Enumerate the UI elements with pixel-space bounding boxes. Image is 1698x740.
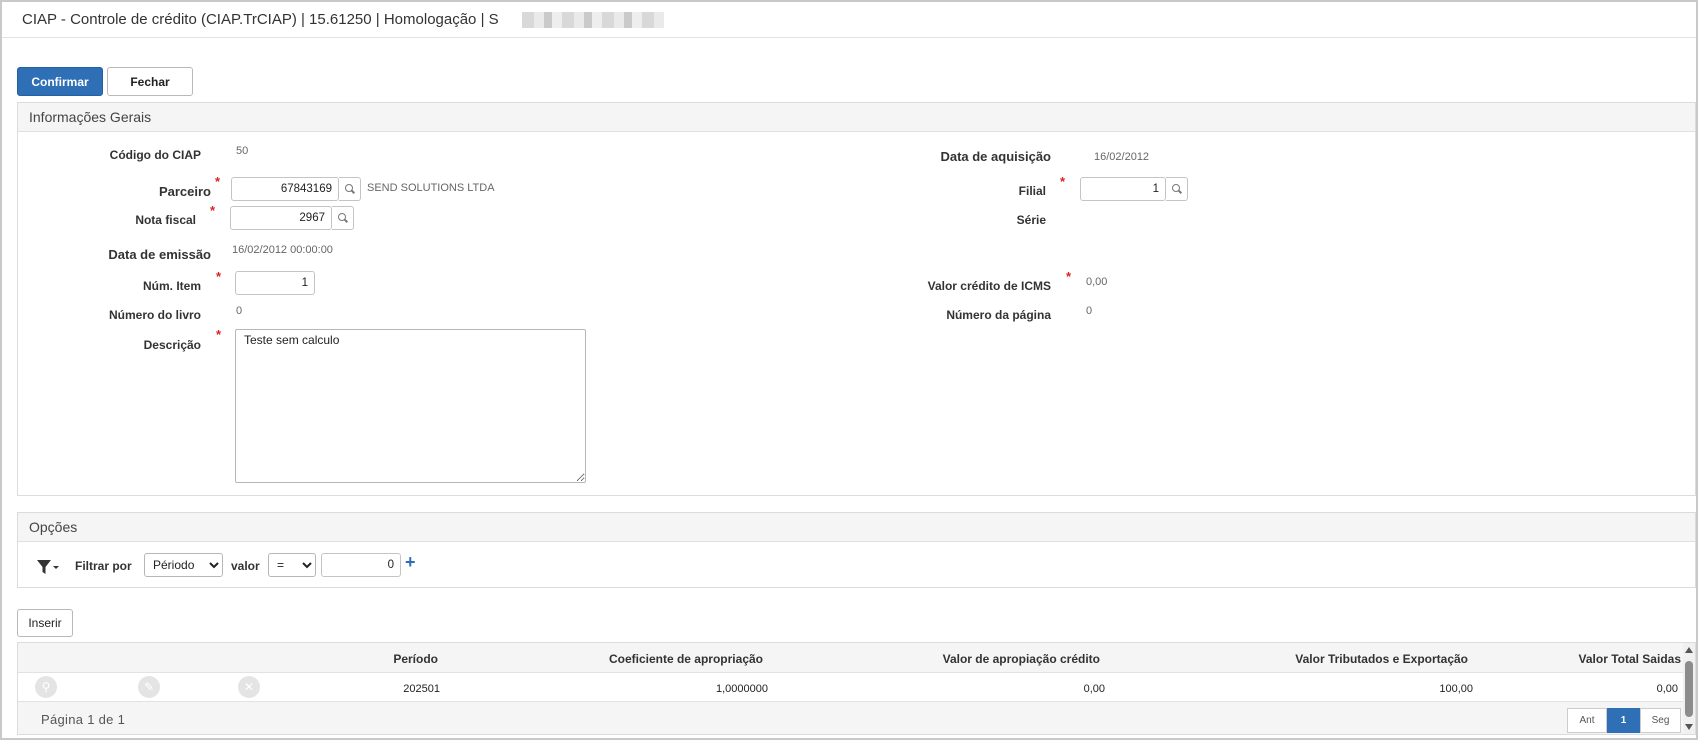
filter-by-label: Filtrar por [75, 559, 132, 573]
table-cell: 0,00 [1656, 683, 1678, 695]
grid-header: Período Coeficiente de apropriação Valor… [18, 643, 1683, 673]
nota-fiscal-input[interactable]: 2967 [230, 206, 332, 230]
filial-input[interactable]: 1 [1080, 177, 1166, 201]
parceiro-label: Parceiro [158, 184, 211, 199]
title-bar: CIAP - Controle de crédito (CIAP.TrCIAP)… [2, 2, 1696, 38]
edit-row-icon[interactable]: ✎ [138, 676, 160, 698]
required-marker: * [216, 269, 222, 284]
required-marker: * [1060, 174, 1066, 189]
codigo-ciap-value: 50 [236, 145, 249, 157]
options-header: Opções [18, 513, 1695, 542]
filter-field-select[interactable]: Périodo [144, 553, 223, 577]
column-header-valor-apropiacao[interactable]: Valor de apropiação crédito [943, 652, 1100, 666]
close-button[interactable]: Fechar [107, 67, 193, 96]
nota-fiscal-label: Nota fiscal [135, 213, 196, 227]
view-row-icon[interactable]: ⚲ [35, 676, 57, 698]
grid-scrollbar[interactable] [1683, 643, 1695, 734]
descricao-label: Descrição [143, 338, 201, 352]
data-aquisicao-label: Data de aquisição [940, 149, 1051, 164]
redacted-text [522, 12, 664, 28]
numero-livro-value: 0 [236, 305, 243, 317]
table-cell: 0,00 [1083, 683, 1105, 695]
value-label: valor [231, 559, 260, 573]
parceiro-lookup-button[interactable] [339, 177, 361, 201]
table-cell: 1,0000000 [716, 683, 768, 695]
codigo-ciap-label: Código do CIAP [109, 148, 201, 162]
valor-icms-label: Valor crédito de ICMS [927, 279, 1051, 293]
nota-fiscal-lookup-button[interactable] [332, 206, 354, 230]
confirm-button[interactable]: Confirmar [17, 67, 103, 96]
operator-select[interactable]: = [268, 553, 316, 577]
pager-prev-button[interactable]: Ant [1567, 708, 1607, 733]
valor-icms-value: 0,00 [1086, 276, 1108, 288]
filter-icon[interactable] [35, 558, 61, 576]
column-header-periodo[interactable]: Período [393, 652, 438, 666]
data-emissao-label: Data de emissão [108, 247, 211, 262]
general-info-title: Informações Gerais [29, 109, 152, 125]
required-marker: * [216, 327, 222, 342]
column-header-valor-total-saidas[interactable]: Valor Total Saidas [1579, 652, 1681, 666]
numero-pagina-label: Número da página [946, 308, 1051, 322]
pager-next-button[interactable]: Seg [1640, 708, 1681, 733]
num-item-label: Núm. Item [142, 279, 201, 293]
column-header-coeficiente[interactable]: Coeficiente de apropriação [609, 652, 763, 666]
data-grid: Período Coeficiente de apropriação Valor… [17, 642, 1696, 735]
table-cell: 202501 [403, 683, 440, 695]
options-title: Opções [29, 519, 78, 535]
num-item-input[interactable]: 1 [235, 271, 315, 295]
required-marker: * [210, 203, 216, 218]
general-info-header: Informações Gerais [18, 103, 1695, 132]
pager-page-button[interactable]: 1 [1607, 708, 1640, 733]
descricao-textarea[interactable]: Teste sem calculo [235, 329, 586, 483]
grid-footer: Página 1 de 1 Ant 1 Seg [18, 701, 1683, 734]
add-filter-icon[interactable]: + [405, 552, 416, 573]
table-cell: 100,00 [1439, 683, 1473, 695]
column-header-valor-tributados[interactable]: Valor Tributados e Exportação [1295, 652, 1468, 666]
window-title: CIAP - Controle de crédito (CIAP.TrCIAP)… [22, 11, 499, 28]
serie-label: Série [1016, 213, 1046, 227]
required-marker: * [215, 174, 221, 189]
parceiro-input[interactable]: 67843169 [231, 177, 339, 201]
page-info: Página 1 de 1 [41, 712, 126, 727]
scroll-down-icon[interactable] [1685, 724, 1693, 730]
filial-label: Filial [1018, 184, 1046, 198]
data-emissao-value: 16/02/2012 00:00:00 [232, 244, 333, 256]
data-aquisicao-value: 16/02/2012 [1094, 151, 1150, 163]
numero-pagina-value: 0 [1086, 305, 1093, 317]
numero-livro-label: Número do livro [108, 308, 201, 322]
search-icon [344, 184, 355, 194]
filter-value-input[interactable]: 0 [321, 553, 401, 577]
required-marker: * [1066, 269, 1072, 284]
search-icon [337, 213, 348, 223]
search-icon [1171, 184, 1182, 194]
insert-button[interactable]: Inserir [17, 609, 73, 637]
delete-row-icon[interactable]: ✕ [238, 676, 260, 698]
filial-lookup-button[interactable] [1166, 177, 1188, 201]
scroll-up-icon[interactable] [1685, 647, 1693, 653]
parceiro-name: SEND SOLUTIONS LTDA [367, 182, 495, 194]
scrollbar-thumb[interactable] [1685, 661, 1693, 717]
